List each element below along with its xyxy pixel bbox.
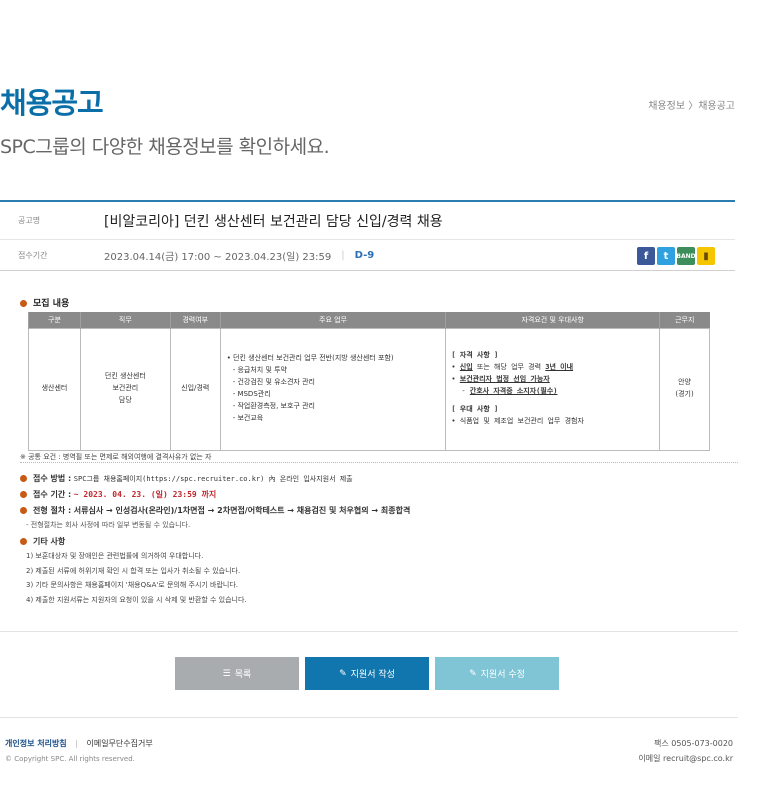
etc-item: 4) 제출한 지원서류는 지원자의 요청이 있을 시 삭제 및 반환할 수 있습… [26,596,247,604]
etc-item: 3) 기타 문의사항은 채용홈페이지 '채용Q&A'로 문의해 주시기 바랍니다… [26,581,239,589]
page-title: 채용공고 [0,86,104,120]
bullet-icon [20,538,27,545]
cell-location: 안양 (경기) [659,327,710,451]
bullet-icon [20,475,27,482]
privacy-policy-link[interactable]: 개인정보 처리방침 [5,739,67,748]
pencil-icon: ✎ [339,668,347,679]
cell-career: 신입/경력 [169,327,221,451]
col-header: 주요 업무 [219,312,446,328]
contact-email: 이메일 recruit@spc.co.kr [638,754,733,763]
footer-divider [0,717,738,718]
band-icon[interactable]: BAND [676,247,696,265]
list-icon: ☰ [222,668,231,679]
share-buttons: f t BAND ▮ [637,247,715,265]
apply-button[interactable]: ✎ 지원서 작성 [305,657,429,690]
facebook-icon[interactable]: f [637,247,655,265]
list-button[interactable]: ☰ 목록 [175,657,299,690]
cell-duties: • 던킨 생산센터 보건관리 업무 전반(지방 생산센터 포함) - 응급처치 … [219,327,447,451]
bullet-icon [20,507,27,514]
process-note: - 전형절차는 회사 사정에 따라 일부 변동될 수 있습니다. [26,521,191,529]
col-header: 자격요건 및 우대사항 [445,312,660,328]
bullet-icon [20,300,27,307]
page-subtitle: SPC그룹의 다양한 채용정보를 확인하세요. [0,136,330,158]
posting-info: 공고명 [비알코리아] 던킨 생산센터 보건관리 담당 신입/경력 채용 접수기… [0,200,735,271]
cell-job: 던킨 생산센터 보건관리 담당 [79,327,171,451]
divider [0,631,738,632]
posting-name-label: 공고명 [18,216,41,225]
twitter-icon[interactable]: t [657,247,675,265]
col-header: 경력여부 [169,312,221,328]
bullet-icon [20,491,27,498]
table-row: 생산센터 던킨 생산센터 보건관리 담당 신입/경력 • 던킨 생산센터 보건관… [28,327,710,451]
dday-badge: D-9 [354,249,375,261]
col-header: 직무 [79,312,171,328]
posting-period: 2023.04.14(금) 17:00 ~ 2023.04.23(일) 23:5… [104,251,332,263]
edit-application-button[interactable]: ✎ 지원서 수정 [435,657,559,690]
footer-links: 개인정보 처리방침 | 이메일무단수집거부 [5,738,153,749]
etc-item: 1) 보훈대상자 및 장애인은 관련법률에 의거하여 우대합니다. [26,552,204,560]
etc-title: 기타 사항 [20,536,65,547]
fax-number: 팩스 0505-073-0020 [653,739,733,748]
email-refuse-link[interactable]: 이메일무단수집거부 [86,739,152,748]
cell-qualifications: [ 자격 사항 ] • 신입 또는 해당 업무 경력 3년 이내 • 보건관리자… [445,327,661,451]
divider [20,462,738,463]
copyright: © Copyright SPC. All rights reserved. [5,755,135,763]
breadcrumb[interactable]: 채용정보 〉채용공고 [648,97,735,112]
cell-category: 생산센터 [28,327,81,451]
etc-item: 2) 제출된 서류에 허위기재 확인 시 합격 또는 입사가 취소될 수 있습니… [26,567,241,575]
recruit-table: 구분 직무 경력여부 주요 업무 자격요건 및 우대사항 근무지 생산센터 던킨… [28,312,710,451]
col-header: 구분 [28,312,81,328]
kakaostory-icon[interactable]: ▮ [697,247,715,265]
edit-icon: ✎ [469,668,477,679]
common-requirement-note: ※ 공통 요건 : 병역필 또는 면제로 해외여행에 결격사유가 없는 자 [20,453,212,461]
apply-method: 접수 방법 : SPC그룹 채용홈페이지(https://spc.recruit… [20,473,353,484]
col-header: 근무지 [659,312,710,328]
recruit-section-title: 모집 내용 [20,296,69,309]
posting-name: [비알코리아] 던킨 생산센터 보건관리 담당 신입/경력 채용 [104,213,443,230]
separator: | [75,739,78,748]
apply-period: 접수 기간 : ~ 2023. 04. 23. (일) 23:59 까지 [20,489,216,500]
posting-period-label: 접수기간 [18,250,48,260]
separator: | [341,249,345,261]
apply-process: 전형 절차 : 서류심사 → 인성검사(온라인)/1차면접 → 2차면접/어학테… [20,505,410,516]
